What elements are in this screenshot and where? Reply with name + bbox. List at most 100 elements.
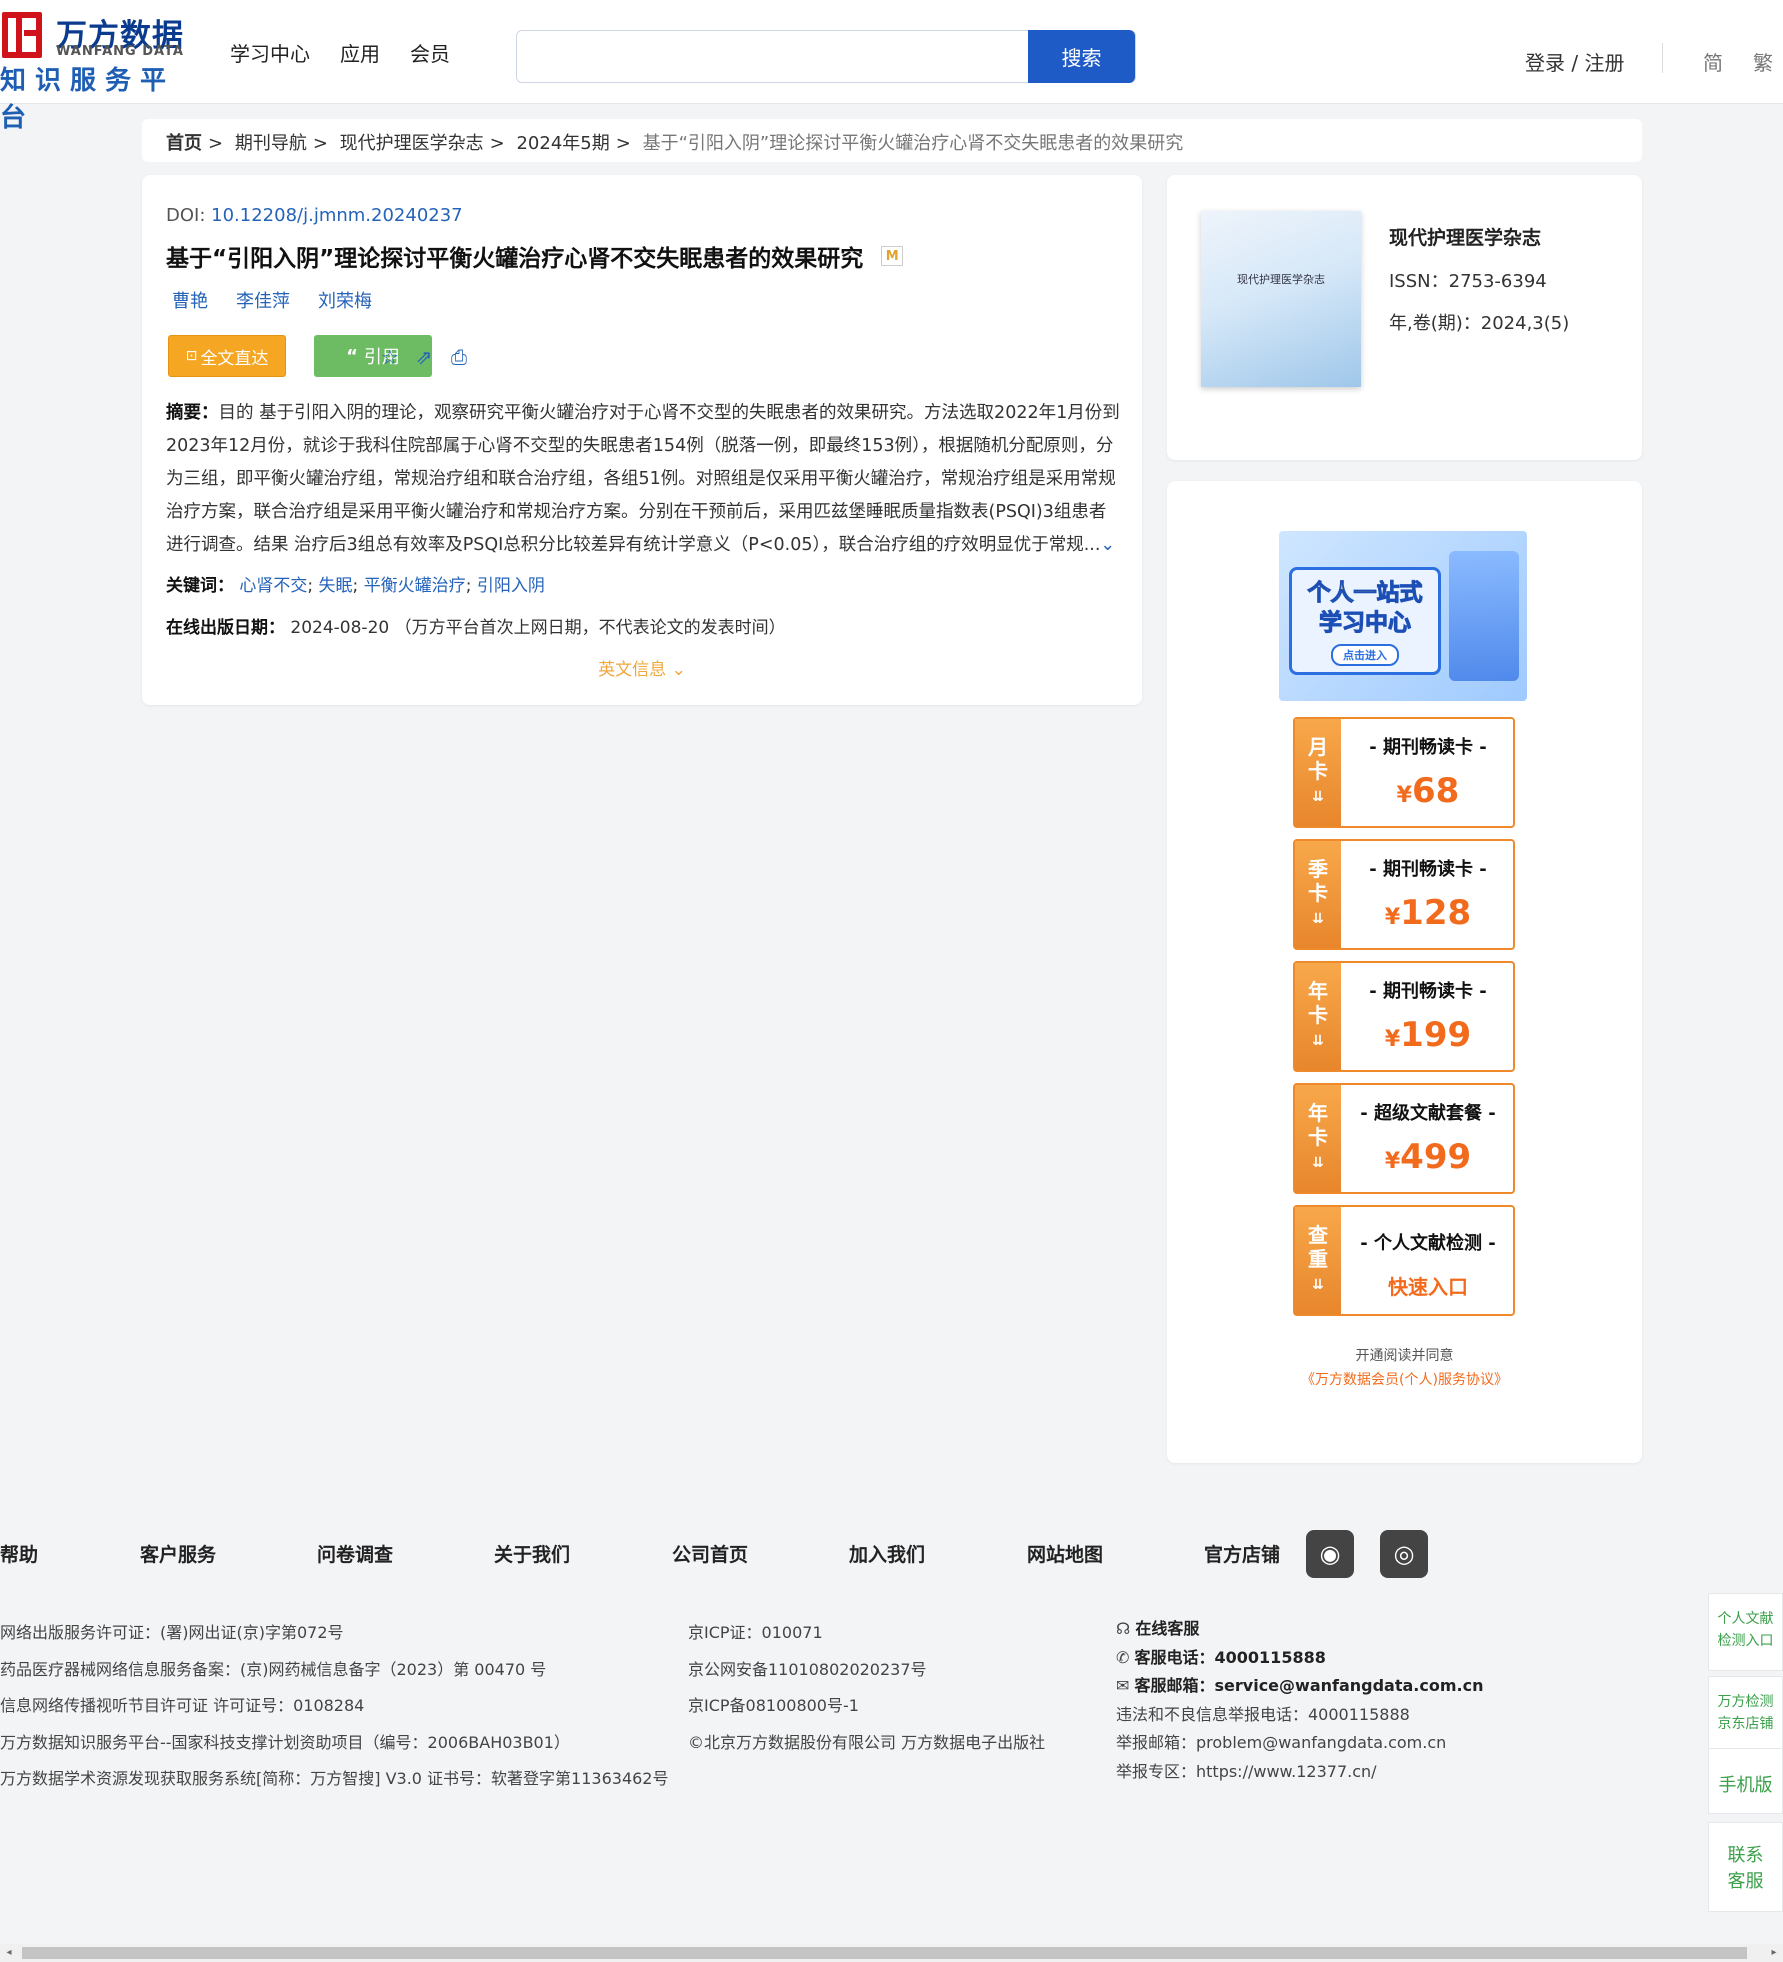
breadcrumb-home[interactable]: 首页 — [166, 133, 202, 154]
price-value: 68 — [1411, 771, 1460, 811]
online-service-row[interactable]: ☊ 在线客服 — [1116, 1615, 1483, 1644]
footer-license-line: 万方数据知识服务平台--国家科技支撑计划资助项目（编号：2006BAH03B01… — [0, 1732, 570, 1752]
footer-link-about[interactable]: 关于我们 — [494, 1540, 570, 1567]
offer-title: - 期刊畅读卡 - — [1369, 859, 1487, 880]
quick-entry-link[interactable]: 快速入口 — [1341, 1271, 1515, 1300]
offer-price: ¥128 — [1341, 893, 1515, 933]
breadcrumb-sep: > — [208, 133, 224, 154]
nav-apps[interactable]: 应用 — [340, 38, 380, 67]
journal-name[interactable]: 现代护理医学杂志 — [1389, 223, 1541, 250]
fulltext-button[interactable]: ⊡ 全文直达 — [168, 335, 286, 377]
footer-link-survey[interactable]: 问卷调查 — [317, 1540, 393, 1567]
footer-icp-line[interactable]: 京ICP证：010071 — [688, 1615, 1045, 1652]
footer-license-line: 药品医疗器械网络信息服务备案：(京)网药械信息备字（2023）第 00470 号 — [0, 1659, 547, 1679]
online-date: 2024-08-20 — [290, 618, 390, 638]
offer-monthly[interactable]: 月卡 ⇊ - 期刊畅读卡 - ¥68 — [1293, 717, 1515, 828]
offer-title: - 超级文献套餐 - — [1360, 1103, 1496, 1124]
lang-simplified[interactable]: 简 — [1703, 47, 1723, 76]
sidebar-jd-store[interactable]: 万方检测京东店铺 — [1708, 1676, 1783, 1754]
phone-number: 4000115888 — [1214, 1647, 1326, 1667]
abstract: 摘要：目的 基于引阳入阴的理论，观察研究平衡火罐治疗对于心肾不交型的失眠患者的效… — [166, 397, 1120, 562]
sidebar-contact-service[interactable]: 联系客服 — [1708, 1822, 1783, 1912]
offer-price: ¥68 — [1341, 771, 1515, 811]
logo-mark-icon — [2, 12, 42, 58]
sidebar-mobile-version[interactable]: 手机版 — [1708, 1748, 1783, 1814]
keyword-link[interactable]: 心肾不交 — [239, 576, 307, 596]
keyword-link[interactable]: 失眠 — [319, 576, 353, 596]
footer-license-line: 网络出版服务许可证：(署)网出证(京)字第072号 — [0, 1623, 344, 1642]
expand-chevron-icon[interactable]: ⌄ — [1100, 535, 1115, 555]
author-link[interactable]: 李佳萍 — [236, 287, 290, 313]
mail-icon: ✉ — [1116, 1676, 1130, 1695]
report-email[interactable]: 举报邮箱：problem@wanfangdata.com.cn — [1116, 1729, 1483, 1758]
breadcrumb-journal[interactable]: 现代护理医学杂志 — [340, 133, 484, 154]
footer-link-store[interactable]: 官方店铺 — [1204, 1540, 1280, 1567]
banner-enter-button[interactable]: 点击进入 — [1331, 644, 1399, 666]
fulltext-label: 全文直达 — [200, 348, 269, 369]
footer-link-sitemap[interactable]: 网站地图 — [1027, 1540, 1103, 1567]
nav-learning-center[interactable]: 学习中心 — [230, 38, 310, 67]
offer-tag: 年卡 ⇊ — [1295, 963, 1341, 1070]
english-info-toggle[interactable]: 英文信息 ⌄ — [142, 655, 1142, 680]
print-icon[interactable]: ⎙ — [447, 345, 471, 369]
author-list: 曹艳 李佳萍 刘荣梅 — [172, 287, 372, 313]
double-arrow-down-icon: ⇊ — [1312, 1277, 1324, 1293]
keyword-link[interactable]: 平衡火罐治疗 — [364, 576, 466, 596]
phone-label: 客服电话： — [1134, 1647, 1215, 1667]
breadcrumb-sep: > — [489, 133, 505, 154]
wanfang-logo[interactable]: 万方数据 WANFANG DATA 知识服务平台 — [0, 10, 190, 133]
lang-traditional[interactable]: 繁 — [1753, 47, 1773, 76]
footer-link-join[interactable]: 加入我们 — [849, 1540, 925, 1567]
english-info-label: 英文信息 — [598, 660, 667, 680]
footer-icp-column: 京ICP证：010071 京公网安备11010802020237号 京ICP备0… — [688, 1615, 1045, 1761]
scroll-left-icon[interactable]: ◂ — [0, 1944, 18, 1962]
author-link[interactable]: 刘荣梅 — [318, 287, 372, 313]
breadcrumb-journal-nav[interactable]: 期刊导航 — [235, 133, 307, 154]
banner-title-1: 个人一站式 — [1307, 580, 1423, 607]
online-date-label: 在线出版日期： — [166, 618, 285, 638]
author-link[interactable]: 曹艳 — [172, 287, 208, 313]
offer-title: - 期刊畅读卡 - — [1369, 737, 1487, 758]
horizontal-scrollbar[interactable]: ◂ ▸ — [0, 1944, 1783, 1962]
report-zone[interactable]: 举报专区：https://www.12377.cn/ — [1116, 1758, 1483, 1787]
footer-icp-line[interactable]: 京ICP备08100800号-1 — [688, 1688, 1045, 1725]
offer-tag: 季卡 ⇊ — [1295, 841, 1341, 948]
breadcrumb-issue[interactable]: 2024年5期 — [516, 133, 609, 154]
footer-link-help[interactable]: 帮助 — [0, 1540, 38, 1567]
offer-price: ¥199 — [1341, 1015, 1515, 1055]
quote-icon: “ — [346, 345, 358, 367]
online-service-label: 在线客服 — [1135, 1619, 1200, 1638]
wechat-icon[interactable]: ◎ — [1380, 1530, 1428, 1578]
footer-link-customer-service[interactable]: 客户服务 — [140, 1540, 216, 1567]
nav-membership[interactable]: 会员 — [410, 38, 450, 67]
share-icon[interactable]: ⇗ — [412, 345, 436, 369]
star-icon[interactable]: ☆ — [378, 345, 402, 369]
doi-line: DOI: 10.12208/j.jmnm.20240237 — [166, 205, 463, 226]
sidebar-plagiarism-entry[interactable]: 个人文献检测入口 — [1708, 1593, 1783, 1671]
offer-yearly[interactable]: 年卡 ⇊ - 期刊畅读卡 - ¥199 — [1293, 961, 1515, 1072]
offer-quarterly[interactable]: 季卡 ⇊ - 期刊畅读卡 - ¥128 — [1293, 839, 1515, 950]
offer-plagiarism-check[interactable]: 查重 ⇊ - 个人文献检测 - 快速入口 — [1293, 1205, 1515, 1316]
double-arrow-down-icon: ⇊ — [1312, 789, 1324, 805]
scroll-right-icon[interactable]: ▸ — [1765, 1944, 1783, 1962]
service-agreement-link[interactable]: 《万方数据会员(个人)服务协议》 — [1167, 1369, 1642, 1389]
journal-cover-image[interactable]: 现代护理医学杂志 — [1201, 211, 1361, 387]
footer-license-line: 信息网络传播视听节目许可证 许可证号：0108284 — [0, 1696, 365, 1715]
weibo-icon[interactable]: ◉ — [1306, 1530, 1354, 1578]
journal-volume: 年,卷(期)：2024,3(5) — [1389, 313, 1570, 334]
login-register-link[interactable]: 登录 / 注册 — [1525, 47, 1624, 76]
email-address[interactable]: service@wanfangdata.com.cn — [1215, 1676, 1484, 1695]
logo-text-en: WANFANG DATA — [56, 44, 184, 59]
search-button[interactable]: 搜索 — [1028, 30, 1135, 83]
offer-super-package[interactable]: 年卡 ⇊ - 超级文献套餐 - ¥499 — [1293, 1083, 1515, 1194]
learning-center-banner[interactable]: 个人一站式 学习中心 点击进入 — [1279, 531, 1527, 701]
keyword-link[interactable]: 引阳入阴 — [477, 576, 545, 596]
banner-title-2: 学习中心 — [1319, 610, 1412, 637]
scrollbar-thumb[interactable] — [22, 1947, 1747, 1959]
cover-title: 现代护理医学杂志 — [1237, 273, 1325, 286]
double-arrow-down-icon: ⇊ — [1312, 1155, 1324, 1171]
footer-icp-line[interactable]: 京公网安备11010802020237号 — [688, 1652, 1045, 1689]
offer-title: - 期刊畅读卡 - — [1369, 981, 1487, 1002]
footer-link-company[interactable]: 公司首页 — [672, 1540, 748, 1567]
doi-link[interactable]: 10.12208/j.jmnm.20240237 — [211, 205, 463, 226]
